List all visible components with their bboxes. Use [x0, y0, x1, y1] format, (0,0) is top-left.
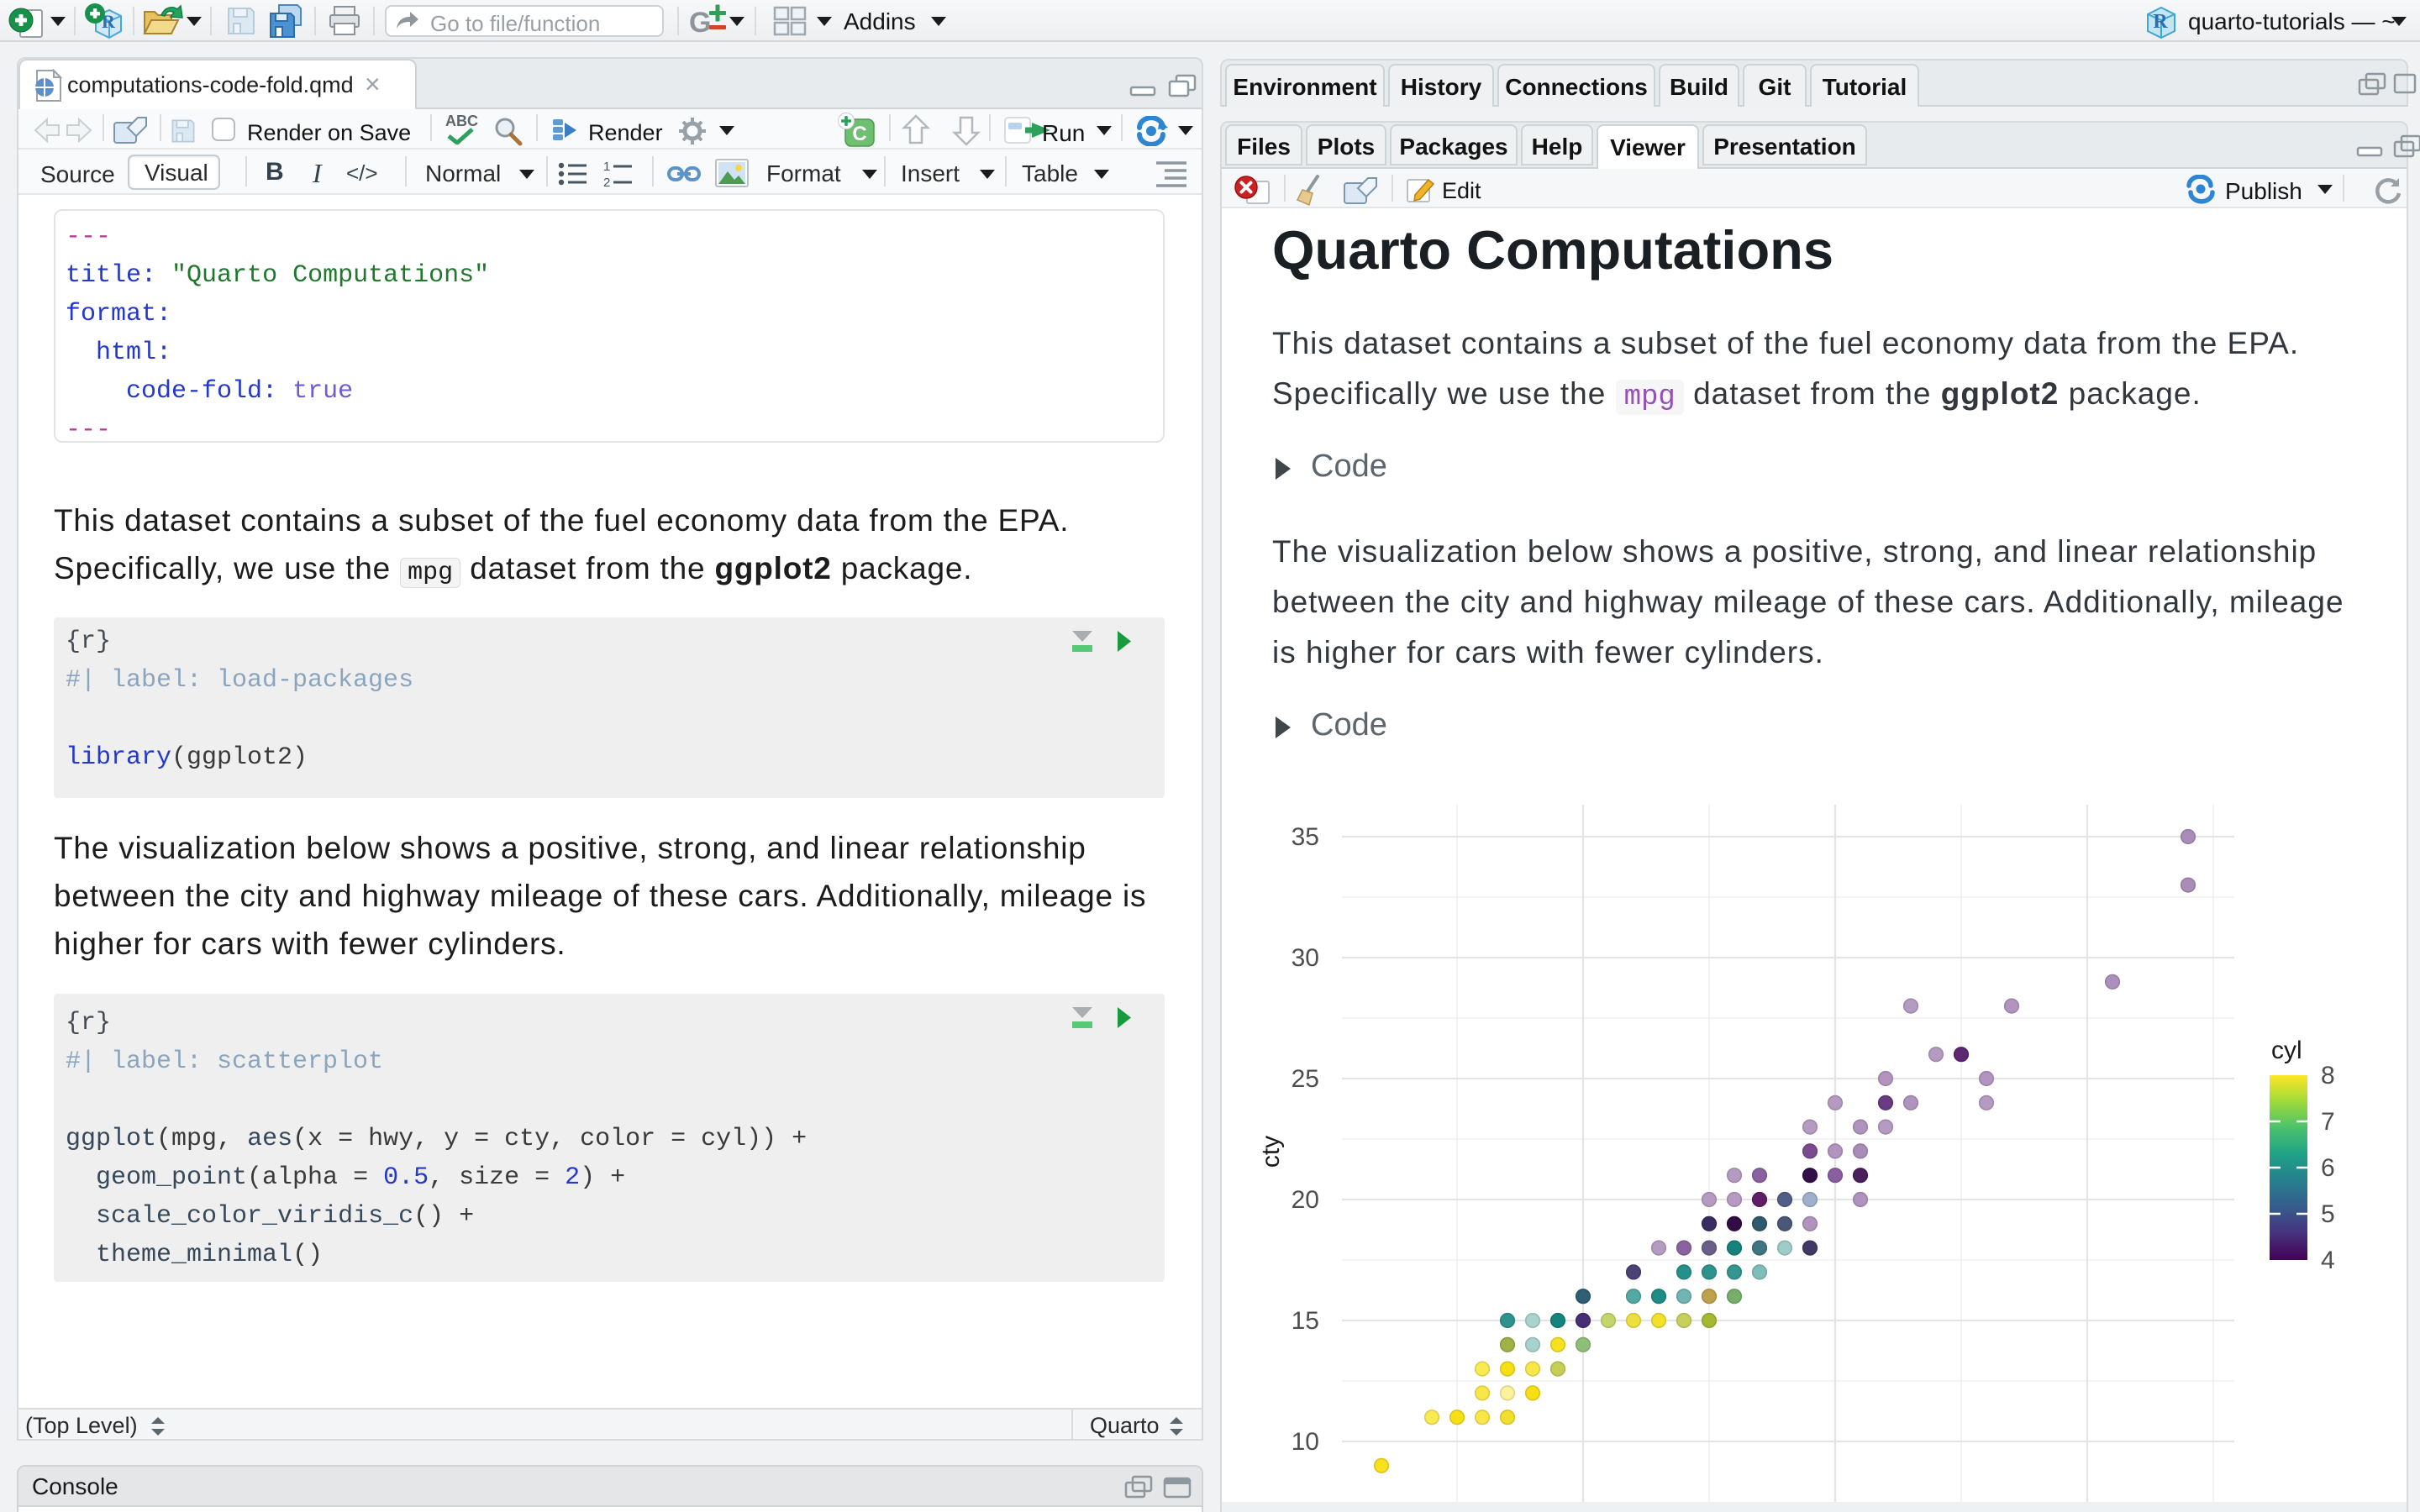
- svg-text:25: 25: [1292, 1065, 1319, 1093]
- svg-text:8: 8: [2321, 1062, 2335, 1089]
- svg-text:30: 30: [1292, 944, 1319, 972]
- svg-text:6: 6: [2321, 1154, 2335, 1182]
- svg-text:R: R: [2153, 11, 2168, 33]
- svg-text:cty: cty: [1257, 1136, 1285, 1168]
- svg-text:15: 15: [1292, 1307, 1319, 1335]
- svg-text:5: 5: [2321, 1200, 2335, 1228]
- svg-text:2: 2: [603, 176, 610, 188]
- svg-text:35: 35: [1292, 823, 1319, 851]
- svg-text:C: C: [852, 123, 866, 145]
- svg-text:4: 4: [2321, 1247, 2335, 1274]
- svg-text:20: 20: [1292, 1186, 1319, 1214]
- svg-text:10: 10: [1292, 1428, 1319, 1456]
- svg-text:7: 7: [2321, 1108, 2335, 1136]
- svg-text:1: 1: [603, 160, 610, 174]
- svg-text:cyl: cyl: [2271, 1037, 2302, 1064]
